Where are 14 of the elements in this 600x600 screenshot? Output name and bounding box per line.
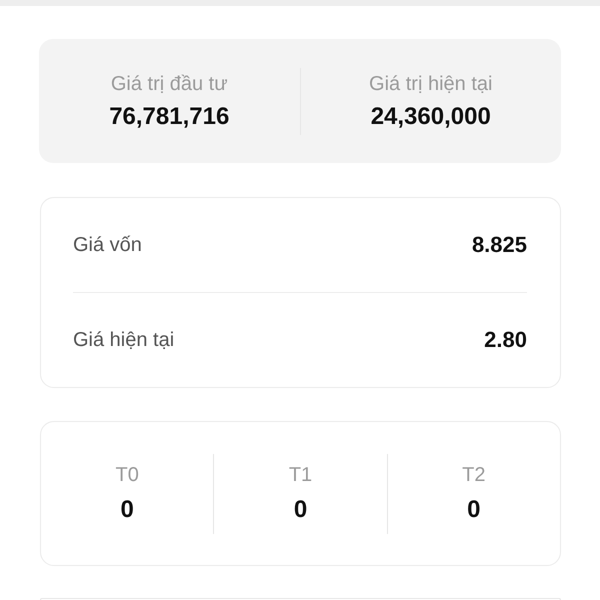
stat-value: 0 — [467, 495, 480, 525]
stat-label: T2 — [462, 463, 486, 488]
price-label: Giá vốn — [73, 233, 142, 258]
price-label: Giá hiện tại — [73, 328, 174, 353]
stat-value: 0 — [120, 495, 134, 525]
stat-label: T1 — [288, 463, 312, 488]
price-value: 2.80 — [484, 326, 527, 354]
stat-value: 24,360,000 — [370, 102, 491, 132]
stat-label: T0 — [115, 463, 139, 488]
stat-value: 76,781,716 — [109, 102, 230, 132]
price-value: 8.825 — [472, 231, 527, 259]
stat-label: Giá trị hiện tại — [369, 72, 492, 96]
stat-label: Giá trị đầu tư — [110, 72, 228, 96]
stat-value: 0 — [294, 495, 308, 525]
